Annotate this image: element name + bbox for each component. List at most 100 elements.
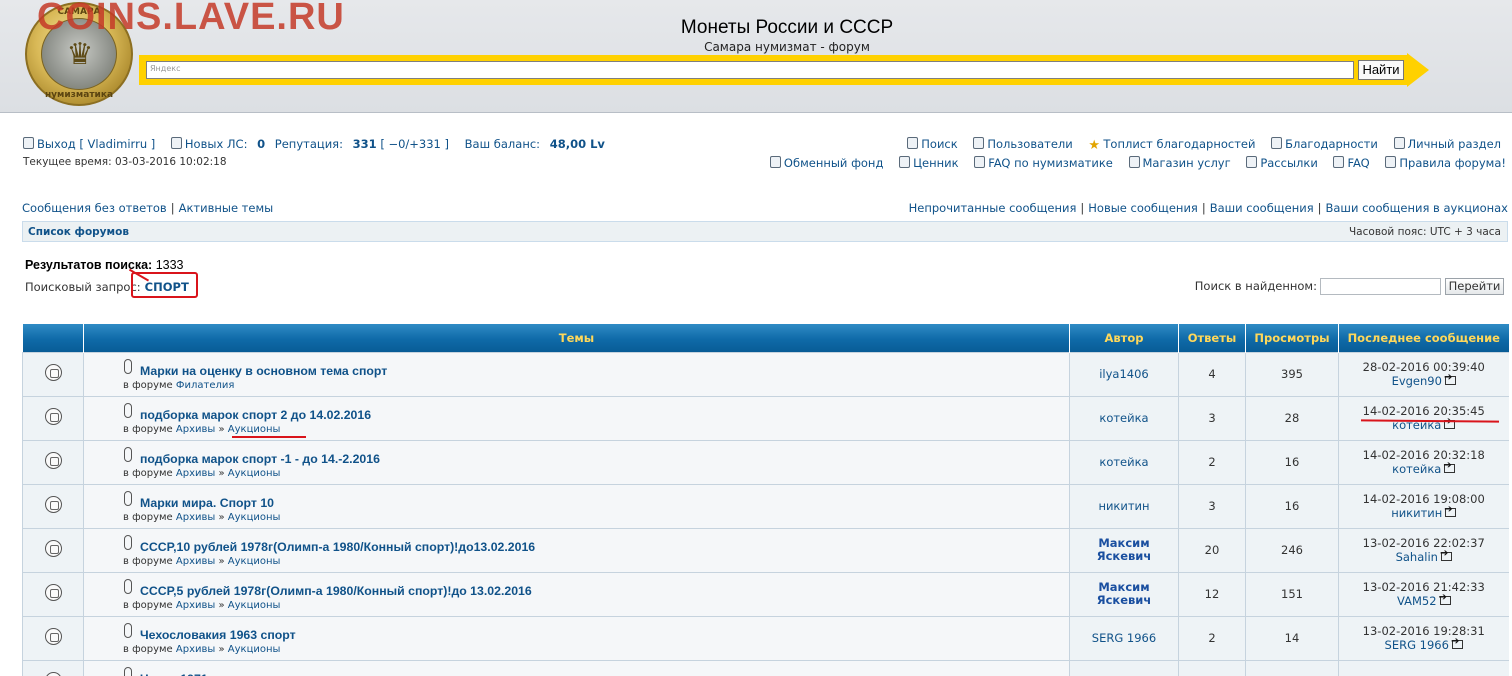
forum-link[interactable]: Архивы bbox=[176, 468, 215, 479]
go-button[interactable]: Перейти bbox=[1445, 278, 1504, 295]
user-icon bbox=[1393, 137, 1405, 149]
topic-title-link[interactable]: Марки на оценку в основном тема спорт bbox=[140, 364, 387, 378]
nav-search[interactable]: Поиск bbox=[907, 137, 963, 151]
topic-status-icon bbox=[44, 496, 62, 513]
nav-newsletters[interactable]: Рассылки bbox=[1246, 156, 1323, 170]
last-post-user[interactable]: VAM52 bbox=[1397, 594, 1437, 608]
author-cell: ilya1406 bbox=[1069, 351, 1179, 396]
author-link[interactable]: котейка bbox=[1099, 455, 1148, 469]
subforum-link[interactable]: Аукционы bbox=[228, 424, 281, 435]
replies-cell: 2 bbox=[1178, 615, 1246, 660]
reputation[interactable]: Репутация: 331 [ −0/+331 ] bbox=[275, 137, 455, 151]
active-topics-link[interactable]: Активные темы bbox=[179, 201, 274, 215]
forum-link[interactable]: Архивы bbox=[176, 424, 215, 435]
header-last-post[interactable]: Последнее сообщение bbox=[1338, 324, 1509, 352]
last-post-time: 28-02-2016 00:39:40 bbox=[1362, 360, 1485, 374]
topic-cell: Марки мира. Спорт 10 в форуме Архивы » Ау… bbox=[83, 483, 1070, 528]
views-cell: 16 bbox=[1245, 439, 1339, 484]
author-link[interactable]: SERG 1966 bbox=[1092, 631, 1156, 645]
author-link[interactable]: Максим Яскевич bbox=[1097, 536, 1152, 563]
topic-title-link[interactable]: Чехословакия 1963 спорт bbox=[140, 628, 296, 642]
topic-status-icon bbox=[44, 672, 62, 676]
forum-link[interactable]: Филателия bbox=[176, 380, 235, 391]
header-views[interactable]: Просмотры bbox=[1245, 324, 1339, 352]
subforum-link[interactable]: Аукционы bbox=[228, 512, 281, 523]
list-icon bbox=[769, 156, 781, 168]
nav-rules-label: Правила форума! bbox=[1399, 156, 1506, 170]
subforum-link[interactable]: Аукционы bbox=[228, 556, 281, 567]
last-post-time: 13-02-2016 19:28:31 bbox=[1362, 624, 1485, 638]
author-link[interactable]: Максим Яскевич bbox=[1097, 580, 1152, 607]
views-cell bbox=[1245, 659, 1339, 676]
help-icon bbox=[974, 156, 986, 168]
auction-posts-link[interactable]: Ваши сообщения в аукционах bbox=[1326, 201, 1509, 215]
last-post-user[interactable]: котейка bbox=[1392, 462, 1441, 476]
nav-members[interactable]: Пользователи bbox=[973, 137, 1078, 151]
subforum-link[interactable]: Аукционы bbox=[228, 600, 281, 611]
header-topics[interactable]: Темы bbox=[83, 324, 1070, 352]
forum-link[interactable]: Архивы bbox=[176, 556, 215, 567]
yandex-search-input[interactable]: Яндекс bbox=[146, 61, 1354, 79]
forum-link[interactable]: Архивы bbox=[176, 600, 215, 611]
subforum-link[interactable]: Аукционы bbox=[228, 644, 281, 655]
goto-last-post-icon[interactable] bbox=[1440, 548, 1452, 561]
goto-last-post-icon[interactable] bbox=[1444, 372, 1456, 385]
views-cell: 246 bbox=[1245, 527, 1339, 572]
goto-last-post-icon[interactable] bbox=[1444, 504, 1457, 517]
views-cell: 395 bbox=[1245, 351, 1339, 396]
forum-link[interactable]: Архивы bbox=[176, 644, 215, 655]
site-subtitle: Самара нумизмат - форум bbox=[704, 40, 870, 54]
subforum-link[interactable]: Аукционы bbox=[228, 468, 281, 479]
forum-list-link[interactable]: Список форумов bbox=[28, 226, 129, 238]
forum-link[interactable]: Архивы bbox=[176, 512, 215, 523]
topic-title-link[interactable]: подборка марок спорт 2 до 14.02.2016 bbox=[140, 408, 371, 422]
views-cell: 14 bbox=[1245, 615, 1339, 660]
nav-shop[interactable]: Магазин услуг bbox=[1128, 156, 1237, 170]
logout-link[interactable]: Выход [ Vladimirru ] bbox=[23, 137, 161, 151]
nav-thanks[interactable]: Благодарности bbox=[1271, 137, 1384, 151]
last-post-time: 14-02-2016 19:08:00 bbox=[1362, 492, 1485, 506]
nav-faq-label: FAQ bbox=[1347, 156, 1370, 170]
replies-cell: 20 bbox=[1178, 527, 1246, 572]
header-replies[interactable]: Ответы bbox=[1178, 324, 1246, 352]
replies-cell: 3 bbox=[1178, 483, 1246, 528]
topic-title-link[interactable]: Марки мира. Спорт 10 bbox=[140, 496, 274, 510]
breadcrumb: Список форумов Часовой пояс: UTC + 3 час… bbox=[22, 221, 1508, 242]
goto-last-post-icon[interactable] bbox=[1451, 636, 1463, 649]
last-post-time: 14-02-2016 20:35:45 bbox=[1362, 404, 1485, 418]
nav-faq[interactable]: FAQ bbox=[1333, 156, 1375, 170]
unanswered-link[interactable]: Сообщения без ответов bbox=[22, 201, 167, 215]
new-posts-link[interactable]: Новые сообщения bbox=[1088, 201, 1198, 215]
search-within-input[interactable] bbox=[1320, 278, 1441, 295]
header-author[interactable]: Автор bbox=[1069, 324, 1179, 352]
pm-link[interactable]: Новых ЛС: 0 bbox=[170, 137, 265, 151]
author-link[interactable]: котейка bbox=[1099, 411, 1148, 425]
nav-prices[interactable]: Ценник bbox=[899, 156, 964, 170]
last-post-user[interactable]: Evgen90 bbox=[1392, 374, 1442, 388]
last-post-user[interactable]: SERG 1966 bbox=[1385, 638, 1449, 652]
author-cell: никитин bbox=[1069, 483, 1179, 528]
yandex-search-button[interactable]: Найти bbox=[1358, 60, 1404, 80]
author-cell bbox=[1069, 659, 1179, 676]
last-post-user[interactable]: никитин bbox=[1391, 506, 1442, 520]
nav-ucp[interactable]: Личный раздел bbox=[1393, 137, 1507, 151]
nav-toplist[interactable]: ★ Топлист благодарностей bbox=[1088, 137, 1261, 152]
goto-last-post-icon[interactable] bbox=[1439, 592, 1451, 605]
last-post-user[interactable]: Sahalin bbox=[1396, 550, 1438, 564]
goto-last-post-icon[interactable] bbox=[1443, 460, 1456, 473]
topic-title-link[interactable]: Чехия 1971 bbox=[140, 672, 208, 676]
help-icon bbox=[1333, 156, 1345, 168]
author-link[interactable]: никитин bbox=[1098, 499, 1149, 513]
current-time: Текущее время: 03-03-2016 10:02:18 bbox=[23, 156, 227, 168]
nav-rules[interactable]: Правила форума! bbox=[1385, 156, 1512, 170]
balance-value: 48,00 Lv bbox=[549, 137, 605, 151]
topic-title-link[interactable]: СССР,5 рублей 1978г(Олимп-а 1980/Конный … bbox=[140, 584, 532, 598]
topic-forum-path: в форуме Архивы » Аукционы bbox=[123, 643, 281, 655]
topic-title-link[interactable]: СССР,10 рублей 1978г(Олимп-а 1980/Конный… bbox=[140, 540, 535, 554]
topic-title-link[interactable]: подборка марок спорт -1 - до 14.-2.2016 bbox=[140, 452, 380, 466]
author-link[interactable]: ilya1406 bbox=[1099, 367, 1149, 381]
own-posts-link[interactable]: Ваши сообщения bbox=[1210, 201, 1314, 215]
unread-link[interactable]: Непрочитанные сообщения bbox=[909, 201, 1077, 215]
nav-numis-faq[interactable]: FAQ по нумизматике bbox=[974, 156, 1119, 170]
nav-exchange[interactable]: Обменный фонд bbox=[769, 156, 889, 170]
